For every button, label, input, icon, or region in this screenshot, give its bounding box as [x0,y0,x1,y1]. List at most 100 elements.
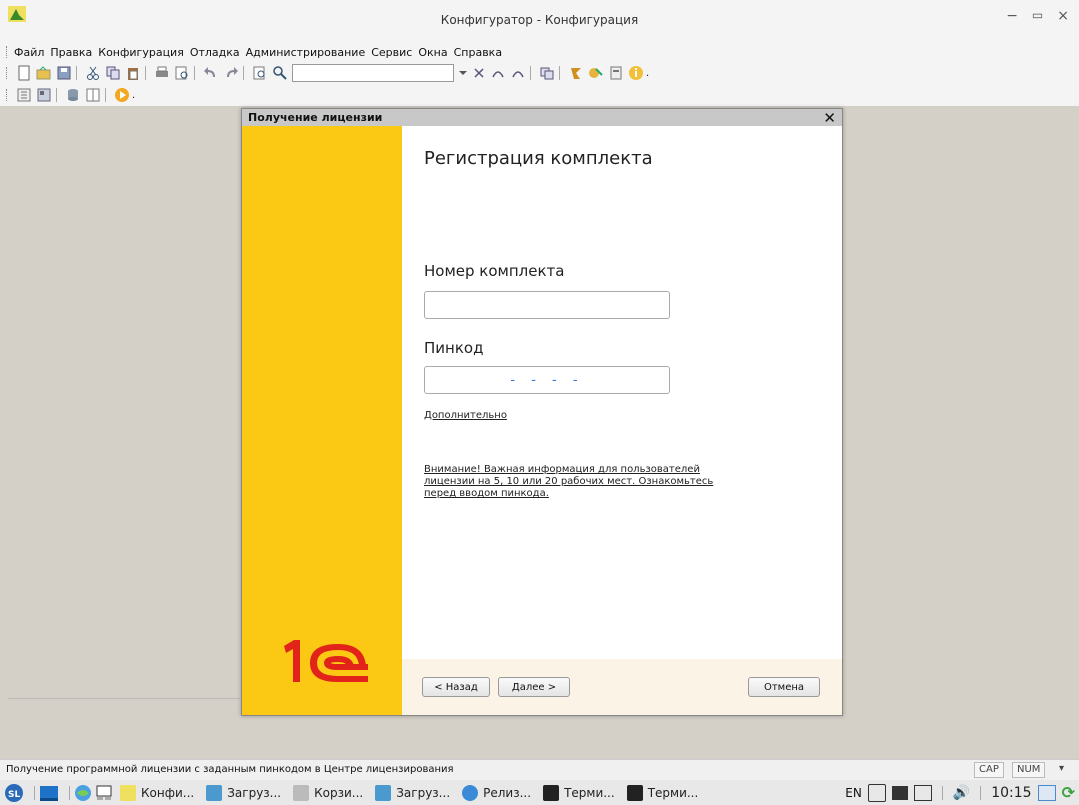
window-titlebar: Конфигуратор - Конфигурация − ▭ × [0,0,1079,42]
find-icon[interactable] [252,65,268,81]
status-text: Получение программной лицензии с заданны… [6,764,454,775]
task-label: Конфи... [141,785,195,800]
trash-icon [293,784,310,801]
update-database-icon[interactable] [65,87,81,103]
menu-edit[interactable]: Правка [50,46,92,59]
menu-debug[interactable]: Отладка [190,46,240,59]
open-configuration-icon[interactable] [36,87,52,103]
toolbar-separator [243,66,244,80]
reference-icon[interactable] [608,65,624,81]
task-configurator[interactable]: Конфи... [120,784,195,801]
dialog-titlebar: Получение лицензии ✕ [242,109,842,127]
panel-divider [8,698,240,699]
menu-file[interactable]: Файл [14,46,44,59]
paste-icon[interactable] [125,65,141,81]
new-document-icon[interactable] [16,65,32,81]
configuration-toolbar: . [0,84,1079,106]
update-notifier-icon[interactable] [913,784,932,801]
cancel-button[interactable]: Отмена [748,677,820,697]
toolbar-separator [76,66,77,80]
dialog-title: Получение лицензии [248,111,383,124]
task-release[interactable]: Релиз... [462,784,531,801]
taskbar-separator [69,785,70,800]
task-label: Загруз... [227,785,282,800]
task-downloads-1[interactable]: Загруз... [206,784,282,801]
keyboard-layout-indicator[interactable]: EN [845,786,862,800]
calendar-icon[interactable] [1037,784,1056,801]
configurator-task-icon [120,784,136,801]
more-link[interactable]: Дополнительно [424,410,507,422]
toolbar-grip [6,89,10,101]
redo-icon[interactable] [223,65,239,81]
start-debugging-icon[interactable] [114,87,130,103]
close-window-button[interactable]: × [1057,8,1069,24]
compare-configurations-icon[interactable] [85,87,101,103]
combo-dropdown-icon[interactable] [456,65,470,81]
templates-icon[interactable] [588,65,604,81]
copy-icon[interactable] [105,65,121,81]
window-controls: − ▭ × [1006,8,1069,24]
session-icon[interactable]: ⟳ [1062,783,1075,802]
toolbar-separator [105,88,106,102]
task-terminal-1[interactable]: Терми... [543,784,615,801]
pincode-mask: - - - - [510,373,584,388]
syntax-assistant-icon[interactable] [568,65,584,81]
open-folder-icon[interactable] [36,65,52,81]
next-button[interactable]: Далее > [498,677,570,697]
dialog-close-button[interactable]: ✕ [823,109,836,127]
configuration-tree-icon[interactable] [16,87,32,103]
menu-help[interactable]: Справка [454,46,502,59]
restore-icon[interactable]: ▭ [1032,8,1043,24]
browser-launcher-icon[interactable] [74,784,92,802]
dialog-brand-panel [242,126,402,715]
info-icon[interactable] [628,65,644,81]
task-terminal-2[interactable]: Терми... [626,784,699,801]
set-number-label: Номер комплекта [424,262,565,280]
print-icon[interactable] [154,65,170,81]
minimize-button[interactable]: − [1006,8,1018,24]
print-preview-icon[interactable] [174,65,190,81]
license-notice-link[interactable]: Внимание! Важная информация для пользова… [424,464,724,500]
show-desktop-icon[interactable] [39,784,59,802]
terminal-icon [543,784,560,801]
back-button[interactable]: < Назад [422,677,490,697]
menu-service[interactable]: Сервис [371,46,412,59]
search-combo-input[interactable] [292,64,454,82]
task-downloads-2[interactable]: Загруз... [375,784,450,801]
menubar-grip [6,46,10,58]
power-icon[interactable] [867,783,886,802]
workspace-switcher-icon[interactable] [96,785,112,801]
toolbar-separator [194,66,195,80]
task-label: Терми... [564,785,615,800]
toolbar-overflow-icon[interactable]: . [132,90,135,101]
menu-administration[interactable]: Администрирование [246,46,366,59]
undo-icon[interactable] [203,65,219,81]
terminal-icon [626,784,643,801]
menu-configuration[interactable]: Конфигурация [98,46,184,59]
tray-separator [941,785,943,800]
network-icon[interactable] [891,785,908,800]
search-previous-icon[interactable] [490,65,506,81]
windows-list-icon[interactable] [539,65,555,81]
set-number-input[interactable] [424,291,670,319]
menu-windows[interactable]: Окна [418,46,447,59]
toolbar-overflow-icon[interactable]: . [646,68,649,79]
dialog-content: Регистрация комплекта Номер комплекта Пи… [402,126,842,715]
cut-icon[interactable] [85,65,101,81]
task-label: Терми... [647,785,699,800]
pincode-input[interactable]: - - - - [424,366,670,394]
taskbar-separator [34,785,35,800]
status-menu-icon[interactable]: ▾ [1055,762,1068,776]
start-menu-icon[interactable]: SL [4,783,24,803]
save-icon[interactable] [56,65,72,81]
menu-bar: Файл Правка Конфигурация Отладка Админис… [0,42,1079,62]
task-trash[interactable]: Корзи... [293,784,363,801]
search-icon[interactable] [272,65,288,81]
browser-icon [462,784,479,801]
clear-search-icon[interactable] [472,65,486,81]
volume-icon[interactable]: 🔊 [953,785,970,801]
search-next-icon[interactable] [510,65,526,81]
clock[interactable]: 10:15 [991,785,1031,801]
license-dialog: Получение лицензии ✕ Регистрация комплек… [241,108,843,716]
num-lock-indicator: NUM [1012,762,1046,778]
